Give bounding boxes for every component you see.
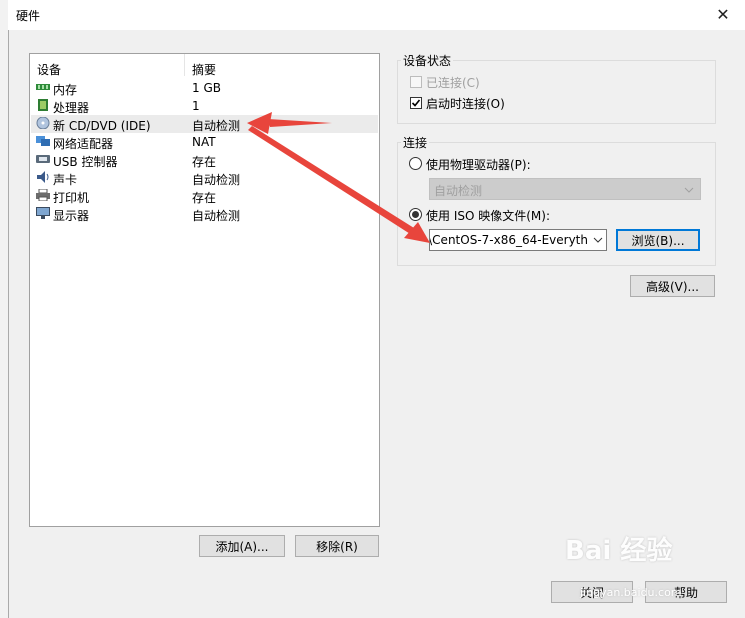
- baidu-watermark: Bai 经验: [565, 536, 673, 566]
- arrow-shaft-to-iso: [248, 126, 422, 239]
- arrow-shaft-to-cd-dvd: [268, 119, 332, 127]
- annotation-arrows: [247, 112, 430, 243]
- baidu-watermark-url: jingyan.baidu.com: [580, 586, 682, 599]
